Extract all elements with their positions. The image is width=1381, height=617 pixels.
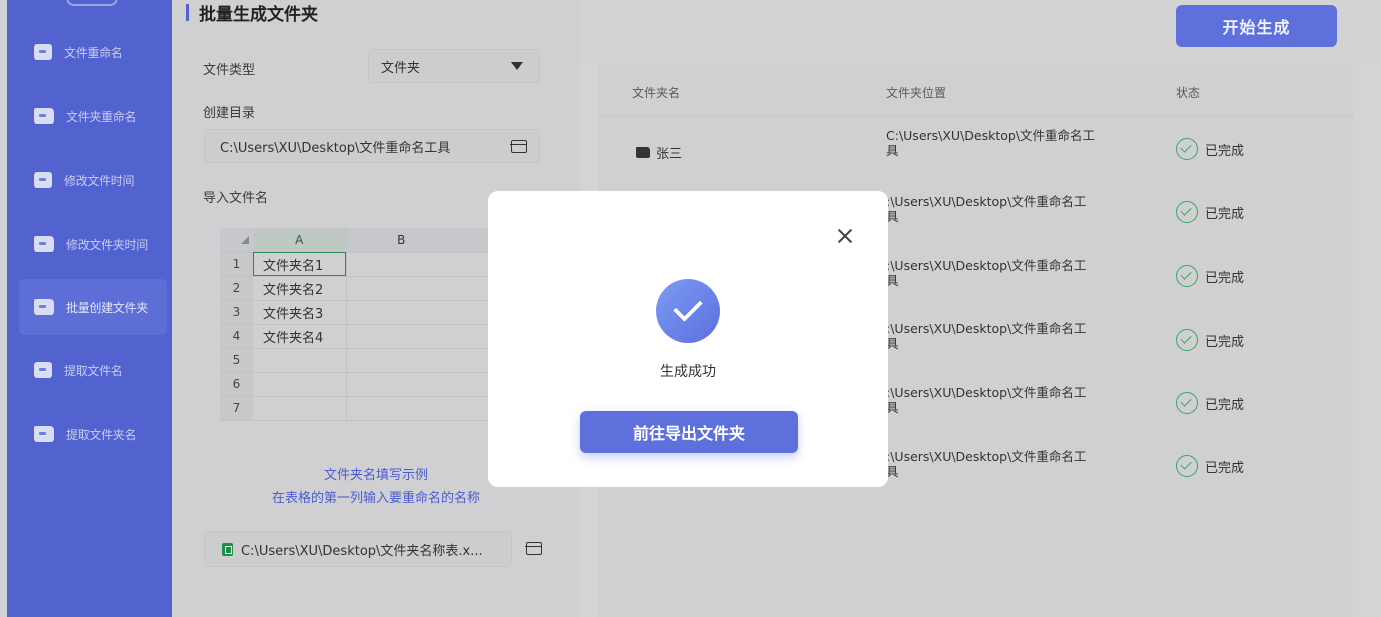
example-hint-desc: 在表格的第一列输入要重命名的名称	[271, 491, 480, 506]
sheet-cell: 文件夹名1	[253, 252, 347, 277]
success-check-icon	[656, 279, 720, 343]
sidebar-item-extract-foldername[interactable]: 提取文件夹名	[19, 406, 167, 462]
sidebar-item-folder-time[interactable]: 修改文件夹时间	[19, 216, 167, 272]
sidebar: 文件重命名 文件夹重命名 修改文件时间 修改文件夹时间 批量创建文件夹 提取文件…	[7, 0, 172, 617]
column-header-name: 文件夹名	[632, 86, 681, 100]
folder-location: :\Users\XU\Desktop\文件重命名工 具	[886, 321, 1087, 351]
start-generate-button[interactable]: 开始生成	[1176, 5, 1337, 47]
status-badge: 已完成	[1176, 392, 1244, 414]
column-header-status: 状态	[1176, 86, 1201, 100]
sheet-cell	[253, 372, 347, 397]
row-number: 5	[220, 348, 253, 373]
status-badge: 已完成	[1176, 201, 1244, 223]
row-number: 3	[220, 300, 253, 325]
sheet-cell: 文件夹名2	[253, 276, 347, 301]
sidebar-item-label: 提取文件夹名	[66, 427, 137, 442]
folder-name-cell: 张三	[636, 143, 682, 162]
folder-location: :\Users\XU\Desktop\文件重命名工 具	[886, 385, 1087, 415]
import-label: 导入文件名	[203, 191, 269, 206]
row-number: 6	[220, 372, 253, 397]
check-circle-icon	[1176, 392, 1198, 414]
check-circle-icon	[1176, 329, 1198, 351]
row-number: 1	[220, 252, 253, 277]
row-number: 4	[220, 324, 253, 349]
folder-add-icon	[34, 299, 54, 315]
sidebar-item-file-time[interactable]: 修改文件时间	[19, 152, 167, 208]
sheet-cell: 文件夹名4	[253, 324, 347, 349]
folder-icon	[34, 108, 54, 124]
column-header-location: 文件夹位置	[886, 86, 947, 100]
sidebar-item-folder-rename[interactable]: 文件夹重命名	[19, 88, 167, 144]
folder-location: :\Users\XU\Desktop\文件重命名工 具	[886, 194, 1087, 224]
sidebar-item-label: 文件重命名	[64, 45, 123, 60]
sheet-cell	[253, 348, 347, 373]
column-header-b: B	[346, 228, 456, 253]
check-circle-icon	[1176, 455, 1198, 477]
create-dir-label: 创建目录	[203, 106, 256, 121]
sidebar-item-extract-filename[interactable]: 提取文件名	[19, 342, 167, 398]
folder-location: :\Users\XU\Desktop\文件重命名工 具	[886, 449, 1087, 479]
sheet-cell	[253, 396, 347, 421]
status-badge: 已完成	[1176, 455, 1244, 477]
create-dir-path: C:\Users\XU\Desktop\文件重命名工具	[220, 140, 451, 156]
sidebar-item-label: 修改文件夹时间	[66, 237, 148, 252]
goto-export-folder-button[interactable]: 前往导出文件夹	[580, 411, 798, 453]
check-circle-icon	[1176, 201, 1198, 223]
success-dialog: 生成成功 前往导出文件夹	[488, 191, 888, 487]
check-circle-icon	[1176, 138, 1198, 160]
sidebar-item-file-rename[interactable]: 文件重命名	[19, 24, 167, 80]
sidebar-item-label: 批量创建文件夹	[66, 300, 148, 315]
success-message: 生成成功	[660, 364, 716, 380]
import-file-path: C:\Users\XU\Desktop\文件夹名称表.x...	[241, 543, 483, 559]
sidebar-item-label: 文件夹重命名	[66, 109, 137, 124]
folder-name: 张三	[656, 147, 683, 162]
close-icon[interactable]	[835, 226, 855, 246]
sidebar-item-batch-create-folder[interactable]: 批量创建文件夹	[19, 279, 167, 335]
clock-icon	[34, 172, 52, 188]
sheet-corner	[220, 228, 253, 253]
page-title: 批量生成文件夹	[186, 0, 318, 25]
sidebar-item-label: 修改文件时间	[64, 173, 135, 188]
folder-open-icon[interactable]	[510, 139, 527, 153]
app-logo	[66, 0, 118, 6]
folder-open-icon[interactable]	[525, 542, 542, 555]
folder-clock-icon	[34, 236, 54, 252]
file-type-label: 文件类型	[203, 63, 256, 78]
folder-location: C:\Users\XU\Desktop\文件重命名工 具	[886, 128, 1096, 158]
divider	[598, 115, 1353, 116]
dropdown-caret-icon	[511, 62, 523, 70]
check-circle-icon	[1176, 265, 1198, 287]
file-type-select[interactable]: 文件夹	[368, 49, 540, 83]
row-number: 7	[220, 396, 253, 421]
column-header-a: A	[253, 228, 347, 253]
folder-location: :\Users\XU\Desktop\文件重命名工 具	[886, 258, 1087, 288]
create-dir-field[interactable]: C:\Users\XU\Desktop\文件重命名工具	[204, 129, 540, 163]
status-badge: 已完成	[1176, 329, 1244, 351]
file-type-value: 文件夹	[381, 60, 421, 76]
folder-extract-icon	[34, 426, 54, 442]
folder-icon	[636, 147, 650, 158]
sheet-cell: 文件夹名3	[253, 300, 347, 325]
file-icon	[34, 44, 52, 60]
sidebar-item-label: 提取文件名	[64, 363, 123, 378]
import-file-field[interactable]: C:\Users\XU\Desktop\文件夹名称表.x...	[204, 531, 512, 567]
status-badge: 已完成	[1176, 265, 1244, 287]
row-number: 2	[220, 276, 253, 301]
status-badge: 已完成	[1176, 138, 1244, 160]
extract-icon	[34, 362, 52, 378]
excel-icon	[222, 542, 233, 556]
app-window: 文件重命名 文件夹重命名 修改文件时间 修改文件夹时间 批量创建文件夹 提取文件…	[0, 0, 1381, 617]
